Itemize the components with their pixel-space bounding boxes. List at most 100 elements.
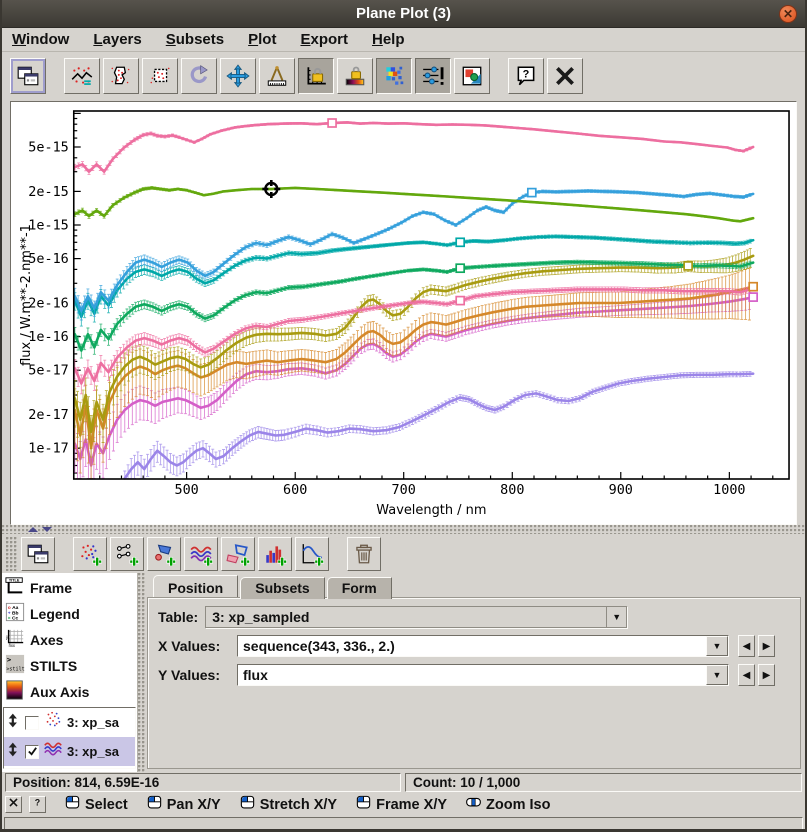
control-item-axes[interactable]: ñxxŷAxes: [2, 627, 137, 653]
delete-layer-button[interactable]: [347, 537, 381, 571]
svg-text:Wavelength / nm: Wavelength / nm: [376, 503, 486, 518]
control-item-aux-axis[interactable]: Aux Axis: [2, 679, 137, 705]
export-image-button[interactable]: [454, 58, 490, 94]
layer-square-button[interactable]: [142, 58, 178, 94]
y-values-value: flux: [238, 665, 706, 685]
add-scatter-icon: [78, 542, 102, 566]
hints-help-button[interactable]: ?: [29, 796, 46, 813]
window-title: Plane Plot (3): [356, 5, 451, 22]
layer-blob-icon: [109, 64, 133, 88]
plot-canvas[interactable]: 50060070080090010005e-152e-151e-155e-162…: [11, 102, 796, 524]
help-button[interactable]: ?: [508, 58, 544, 94]
control-item-frame[interactable]: TITLEFrame: [2, 575, 137, 601]
y-prev-column-button[interactable]: ◀: [738, 664, 755, 686]
close-window-button[interactable]: [547, 58, 583, 94]
help-balloon-icon: ?: [514, 64, 538, 88]
tab-subsets[interactable]: Subsets: [240, 577, 324, 599]
svg-text:5e-16: 5e-16: [28, 251, 68, 267]
tab-form[interactable]: Form: [327, 577, 392, 599]
y-values-input[interactable]: flux ▼: [237, 664, 729, 686]
help-small-icon: ?: [31, 796, 44, 814]
layer-marks-button[interactable]: [64, 58, 100, 94]
axis-lock-button[interactable]: [298, 58, 334, 94]
layer-updown-icon[interactable]: [6, 713, 21, 733]
plot-window-icon: [16, 64, 40, 88]
add-area-layer-button[interactable]: [147, 537, 181, 571]
split-collapse-icon[interactable]: [42, 527, 52, 532]
svg-text:2e-16: 2e-16: [28, 295, 68, 311]
sketch-button[interactable]: [415, 58, 451, 94]
plot-window-button[interactable]: [10, 58, 46, 94]
tab-position[interactable]: Position: [153, 575, 238, 597]
add-function-layer-button[interactable]: [295, 537, 329, 571]
chevron-down-icon[interactable]: ▼: [706, 636, 728, 656]
frame-icon: TITLE: [5, 576, 25, 601]
x-next-column-button[interactable]: ▶: [758, 635, 775, 657]
control-item-label: Aux Axis: [30, 684, 89, 700]
tab-bar: Position Subsets Form: [147, 575, 801, 597]
add-function-icon: [300, 542, 324, 566]
add-position-layer-button[interactable]: [73, 537, 107, 571]
titlebar[interactable]: Plane Plot (3) ✕: [2, 0, 805, 28]
chevron-down-icon[interactable]: ▼: [706, 665, 728, 685]
svg-text:?: ?: [35, 797, 40, 807]
svg-text:2e-15: 2e-15: [28, 184, 68, 200]
svg-text:1e-16: 1e-16: [28, 329, 68, 345]
control-item-stilts[interactable]: >>stiltsSTILTS: [2, 653, 137, 679]
table-select[interactable]: 3: xp_sampled ▼: [205, 606, 627, 628]
add-quad-layer-button[interactable]: [221, 537, 255, 571]
layer-updown-icon[interactable]: [6, 742, 21, 762]
toolbar-handle[interactable]: [6, 537, 18, 571]
menu-layers[interactable]: Layers: [93, 31, 141, 48]
layer-row-0[interactable]: 3: xp_sa: [4, 708, 135, 737]
replot-button[interactable]: [181, 58, 217, 94]
menu-plot[interactable]: Plot: [248, 31, 276, 48]
bottom-status-strip: [4, 817, 803, 832]
svg-text:700: 700: [392, 482, 416, 498]
add-pair-layer-button[interactable]: [110, 537, 144, 571]
position-tab-content: Table: 3: xp_sampled ▼ X Values: sequenc…: [147, 597, 801, 769]
layer-row-1[interactable]: 3: xp_sa: [4, 737, 135, 766]
panel-divider[interactable]: [138, 573, 145, 772]
navigate-button[interactable]: [220, 58, 256, 94]
window-close-button[interactable]: ✕: [779, 5, 797, 23]
menu-subsets[interactable]: Subsets: [166, 31, 224, 48]
split-expand-icon[interactable]: [28, 527, 38, 532]
menu-help[interactable]: Help: [372, 31, 405, 48]
layer-blob-button[interactable]: [103, 58, 139, 94]
split-divider[interactable]: [2, 525, 805, 534]
menu-export[interactable]: Export: [300, 31, 348, 48]
svg-text:× Cc: × Cc: [8, 615, 19, 621]
dismiss-hints-button[interactable]: [5, 796, 22, 813]
stilts-icon: >>stilts: [5, 654, 25, 679]
svg-text:500: 500: [174, 482, 198, 498]
add-histogram-layer-button[interactable]: [258, 537, 292, 571]
x-values-input[interactable]: sequence(343, 336., 2.) ▼: [237, 635, 729, 657]
layer-visible-checkbox[interactable]: [25, 716, 39, 730]
add-spectrogram-layer-button[interactable]: [184, 537, 218, 571]
layer-visible-checkbox[interactable]: [25, 745, 39, 759]
aux-lock-button[interactable]: [337, 58, 373, 94]
mouse-hint-label: Pan X/Y: [167, 797, 221, 813]
x-prev-column-button[interactable]: ◀: [738, 635, 755, 657]
mouse-hint-stretch-x-y: Stretch X/Y: [240, 795, 337, 815]
x-values-label: X Values:: [158, 638, 230, 654]
plot-window-button-2[interactable]: [21, 537, 55, 571]
measure-button[interactable]: [259, 58, 295, 94]
control-item-legend[interactable]: o Aa+ Bb× CcLegend: [2, 601, 137, 627]
chevron-down-icon[interactable]: ▼: [606, 607, 626, 627]
layer-marks-icon: [70, 64, 94, 88]
trash-icon: [352, 542, 376, 566]
close-icon: ✕: [783, 8, 793, 20]
y-next-column-button[interactable]: ▶: [758, 664, 775, 686]
table-label: Table:: [158, 609, 198, 625]
sliders-warning-icon: [421, 64, 445, 88]
mouse-hint-zoom-iso: Zoom Iso: [466, 795, 550, 815]
svg-text:1e-15: 1e-15: [28, 217, 68, 233]
menu-window[interactable]: Window: [12, 31, 69, 48]
axes-icon: ñxxŷ: [5, 628, 25, 653]
measure-compass-icon: [265, 64, 289, 88]
x-small-icon: [7, 796, 20, 814]
aux-shader-button[interactable]: [376, 58, 412, 94]
svg-text:900: 900: [609, 482, 633, 498]
